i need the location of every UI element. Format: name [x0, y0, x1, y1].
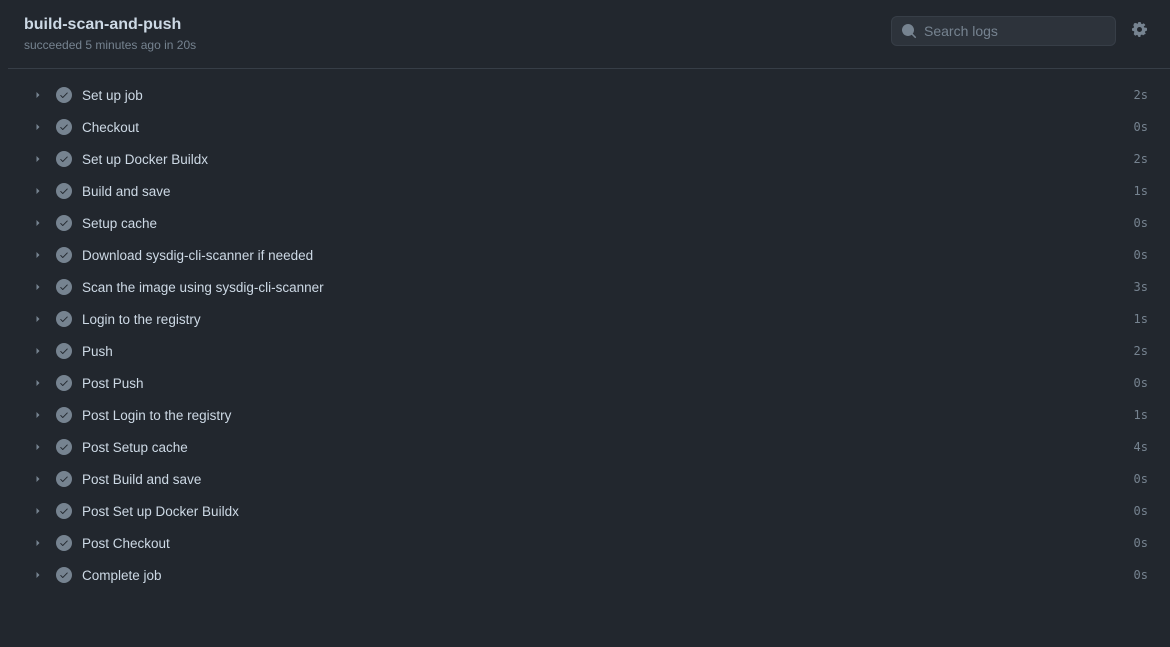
check-circle-icon	[56, 279, 72, 295]
job-header-left: build-scan-and-push succeeded 5 minutes …	[24, 16, 196, 52]
check-circle-icon	[56, 87, 72, 103]
check-circle-icon	[56, 343, 72, 359]
chevron-right-icon	[32, 153, 46, 165]
step-duration: 0s	[1134, 568, 1148, 582]
step-name: Set up Docker Buildx	[82, 152, 1124, 167]
step-name: Post Login to the registry	[82, 408, 1124, 423]
step-row[interactable]: Post Login to the registry 1s	[28, 399, 1152, 431]
step-name: Push	[82, 344, 1124, 359]
step-row[interactable]: Download sysdig-cli-scanner if needed 0s	[28, 239, 1152, 271]
chevron-right-icon	[32, 121, 46, 133]
step-duration: 4s	[1134, 440, 1148, 454]
step-row[interactable]: Build and save 1s	[28, 175, 1152, 207]
chevron-right-icon	[32, 185, 46, 197]
check-circle-icon	[56, 535, 72, 551]
step-row[interactable]: Post Push 0s	[28, 367, 1152, 399]
step-name: Scan the image using sysdig-cli-scanner	[82, 280, 1124, 295]
check-circle-icon	[56, 375, 72, 391]
step-duration: 1s	[1134, 184, 1148, 198]
gear-icon	[1132, 22, 1148, 41]
step-duration: 0s	[1134, 504, 1148, 518]
step-name: Post Push	[82, 376, 1124, 391]
step-duration: 1s	[1134, 312, 1148, 326]
check-circle-icon	[56, 311, 72, 327]
chevron-right-icon	[32, 569, 46, 581]
step-name: Set up job	[82, 88, 1124, 103]
step-row[interactable]: Set up Docker Buildx 2s	[28, 143, 1152, 175]
chevron-right-icon	[32, 89, 46, 101]
step-duration: 2s	[1134, 88, 1148, 102]
step-name: Post Set up Docker Buildx	[82, 504, 1124, 519]
job-header: build-scan-and-push succeeded 5 minutes …	[8, 0, 1170, 69]
job-header-right	[891, 16, 1152, 46]
check-circle-icon	[56, 151, 72, 167]
chevron-right-icon	[32, 537, 46, 549]
chevron-right-icon	[32, 345, 46, 357]
step-duration: 0s	[1134, 536, 1148, 550]
chevron-right-icon	[32, 313, 46, 325]
step-name: Complete job	[82, 568, 1124, 583]
chevron-right-icon	[32, 473, 46, 485]
step-name: Post Build and save	[82, 472, 1124, 487]
check-circle-icon	[56, 407, 72, 423]
steps-list: Set up job 2s Checkout 0s Set up Docker Buil…	[8, 69, 1170, 601]
step-name: Checkout	[82, 120, 1124, 135]
settings-button[interactable]	[1128, 18, 1152, 45]
search-input[interactable]	[891, 16, 1116, 46]
step-row[interactable]: Scan the image using sysdig-cli-scanner 3…	[28, 271, 1152, 303]
step-duration: 2s	[1134, 152, 1148, 166]
chevron-right-icon	[32, 441, 46, 453]
chevron-right-icon	[32, 505, 46, 517]
step-duration: 0s	[1134, 248, 1148, 262]
step-name: Login to the registry	[82, 312, 1124, 327]
step-name: Setup cache	[82, 216, 1124, 231]
chevron-right-icon	[32, 409, 46, 421]
step-name: Post Setup cache	[82, 440, 1124, 455]
step-row[interactable]: Set up job 2s	[28, 79, 1152, 111]
step-row[interactable]: Setup cache 0s	[28, 207, 1152, 239]
job-title: build-scan-and-push	[24, 16, 196, 34]
step-duration: 1s	[1134, 408, 1148, 422]
step-row[interactable]: Post Setup cache 4s	[28, 431, 1152, 463]
check-circle-icon	[56, 247, 72, 263]
step-row[interactable]: Post Build and save 0s	[28, 463, 1152, 495]
check-circle-icon	[56, 119, 72, 135]
step-name: Post Checkout	[82, 536, 1124, 551]
step-row[interactable]: Post Set up Docker Buildx 0s	[28, 495, 1152, 527]
step-row[interactable]: Push 2s	[28, 335, 1152, 367]
check-circle-icon	[56, 503, 72, 519]
chevron-right-icon	[32, 281, 46, 293]
chevron-right-icon	[32, 217, 46, 229]
step-name: Download sysdig-cli-scanner if needed	[82, 248, 1124, 263]
step-row[interactable]: Post Checkout 0s	[28, 527, 1152, 559]
step-duration: 3s	[1134, 280, 1148, 294]
chevron-right-icon	[32, 249, 46, 261]
step-row[interactable]: Complete job 0s	[28, 559, 1152, 591]
step-row[interactable]: Checkout 0s	[28, 111, 1152, 143]
check-circle-icon	[56, 471, 72, 487]
step-duration: 0s	[1134, 216, 1148, 230]
step-row[interactable]: Login to the registry 1s	[28, 303, 1152, 335]
step-duration: 0s	[1134, 376, 1148, 390]
step-name: Build and save	[82, 184, 1124, 199]
search-icon	[901, 23, 917, 39]
step-duration: 0s	[1134, 120, 1148, 134]
check-circle-icon	[56, 183, 72, 199]
job-subtitle: succeeded 5 minutes ago in 20s	[24, 38, 196, 52]
search-wrap	[891, 16, 1116, 46]
step-duration: 0s	[1134, 472, 1148, 486]
chevron-right-icon	[32, 377, 46, 389]
step-duration: 2s	[1134, 344, 1148, 358]
check-circle-icon	[56, 567, 72, 583]
check-circle-icon	[56, 439, 72, 455]
check-circle-icon	[56, 215, 72, 231]
